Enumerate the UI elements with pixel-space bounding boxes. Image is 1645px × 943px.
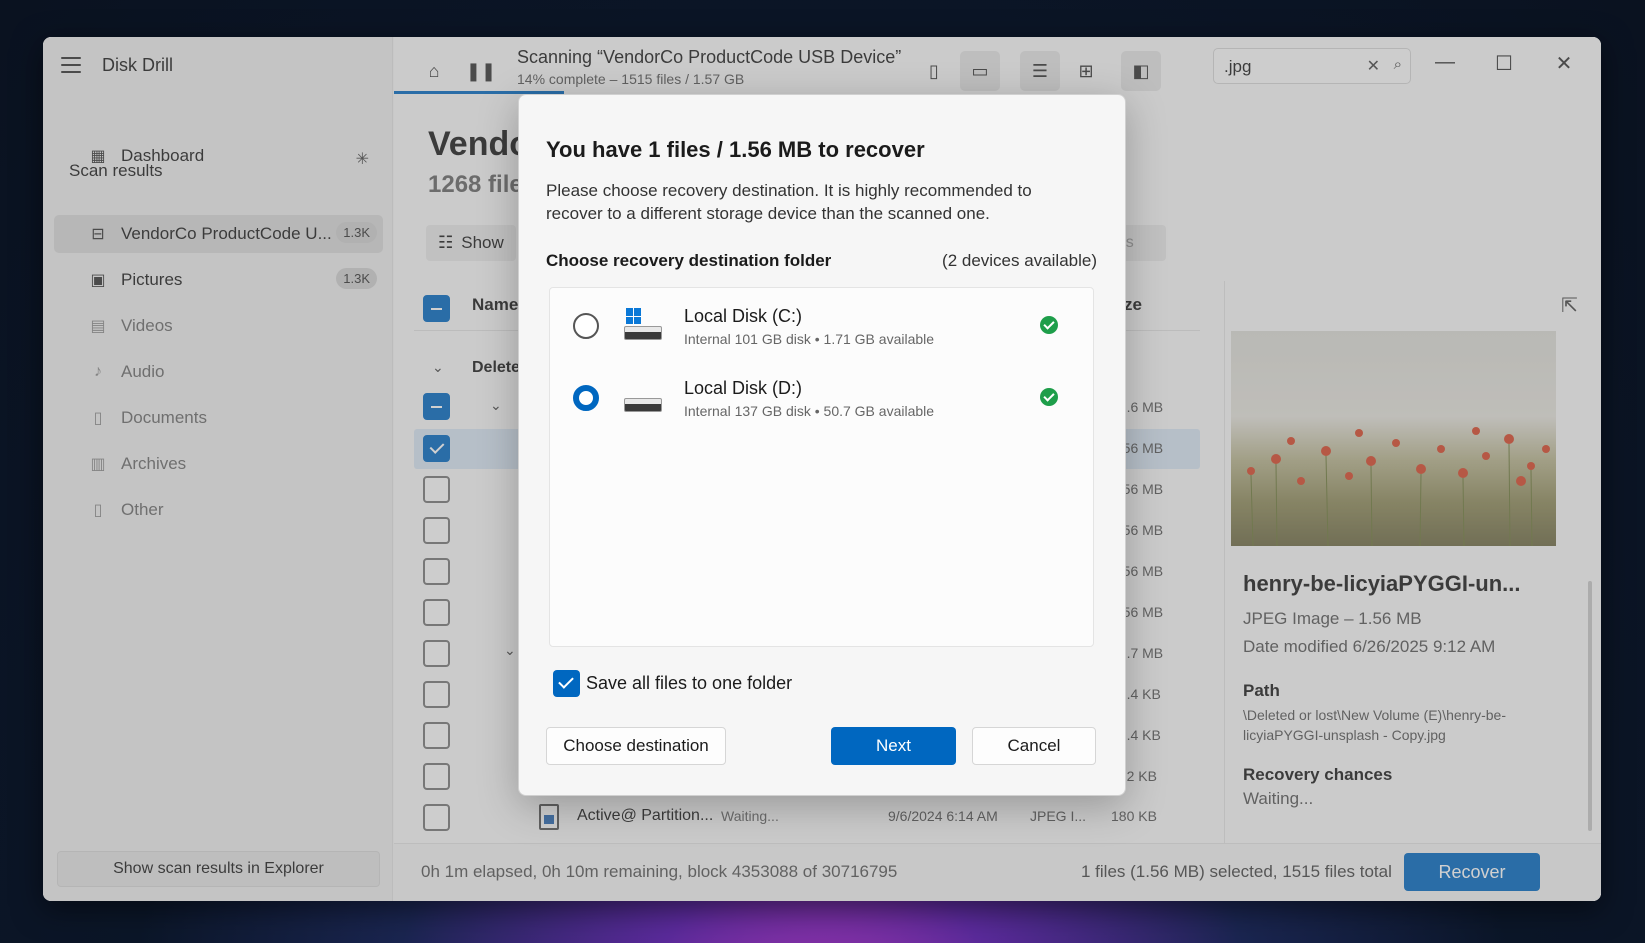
disk-icon xyxy=(624,380,662,412)
device-info: Internal 101 GB disk • 1.71 GB available xyxy=(684,331,935,347)
devices-available-count: (2 devices available) xyxy=(942,251,1097,270)
check-circle-icon xyxy=(1040,388,1058,406)
device-info: Internal 137 GB disk • 50.7 GB available xyxy=(684,403,935,419)
cancel-button[interactable]: Cancel xyxy=(972,727,1096,765)
save-one-folder-checkbox[interactable] xyxy=(553,670,580,697)
dialog-title: You have 1 files / 1.56 MB to recover xyxy=(546,137,925,162)
device-name: Local Disk (C:) xyxy=(684,306,803,326)
app-window: Disk Drill ▦ Dashboard ✳ Scan results ⊟ … xyxy=(43,37,1601,901)
choose-folder-label: Choose recovery destination folder xyxy=(546,251,832,270)
save-one-folder-label[interactable]: Save all files to one folder xyxy=(586,673,792,694)
device-name: Local Disk (D:) xyxy=(684,378,803,398)
dialog-description: Please choose recovery destination. It i… xyxy=(546,181,1032,223)
device-row-d[interactable]: Local Disk (D:) Internal 137 GB disk • 5… xyxy=(550,360,1095,430)
choose-destination-button[interactable]: Choose destination xyxy=(546,727,726,765)
device-radio[interactable] xyxy=(573,385,599,411)
check-circle-icon xyxy=(1040,316,1058,334)
device-radio[interactable] xyxy=(573,313,599,339)
windows-disk-icon xyxy=(624,308,662,340)
recovery-destination-dialog: You have 1 files / 1.56 MB to recover Pl… xyxy=(518,94,1126,796)
device-row-c[interactable]: Local Disk (C:) Internal 101 GB disk • 1… xyxy=(550,288,1095,358)
device-list: Local Disk (C:) Internal 101 GB disk • 1… xyxy=(549,287,1094,647)
next-button[interactable]: Next xyxy=(831,727,956,765)
